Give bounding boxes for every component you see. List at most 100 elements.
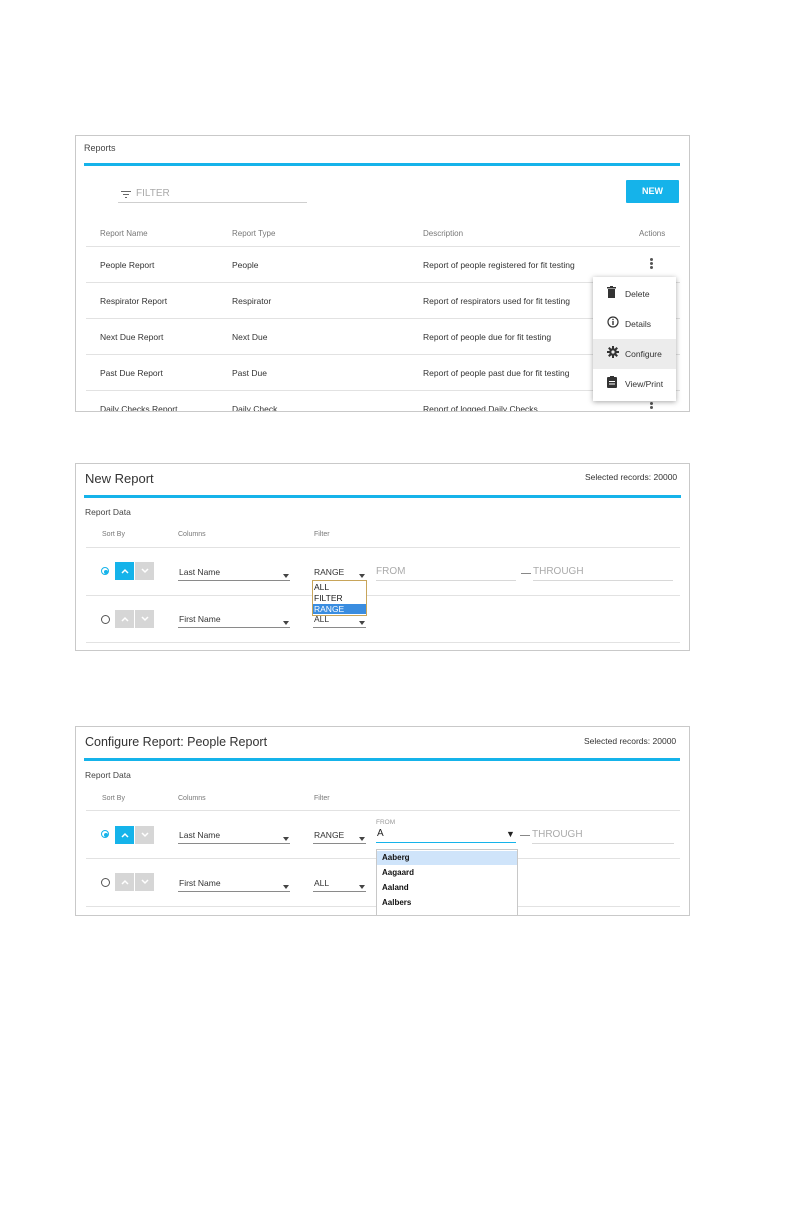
filter-select-value: RANGE — [314, 567, 345, 577]
dropdown-caret-icon — [283, 574, 289, 578]
column-select[interactable]: First Name — [178, 614, 290, 628]
col-actions: Actions — [639, 229, 666, 238]
row-divider — [86, 354, 680, 355]
sort-ascending-button[interactable] — [115, 873, 134, 891]
col-report-name[interactable]: Report Name — [100, 229, 148, 238]
filter-header: Filter — [314, 795, 330, 802]
filter-select[interactable]: RANGE — [313, 830, 366, 844]
new-report-button[interactable]: NEW — [626, 180, 679, 203]
chevron-up-icon — [120, 616, 129, 622]
range-dash — [520, 835, 530, 836]
column-select-value: First Name — [179, 878, 221, 888]
sort-radio-selected[interactable] — [101, 567, 109, 575]
filter-select[interactable]: ALL — [313, 878, 366, 892]
section-label: Report Data — [85, 507, 131, 517]
from-options-list: Aaberg Aagaard Aaland Aalbers — [376, 849, 518, 915]
sort-radio[interactable] — [101, 615, 110, 624]
sort-radio[interactable] — [101, 878, 110, 887]
from-option-highlighted[interactable]: Aaberg — [377, 851, 517, 865]
col-description[interactable]: Description — [423, 229, 463, 238]
sort-ascending-button[interactable] — [115, 610, 134, 628]
sort-descending-button[interactable] — [135, 562, 154, 580]
columns-header: Columns — [178, 795, 206, 802]
row-type: Respirator — [232, 296, 272, 306]
row-name: Daily Checks Report — [100, 404, 178, 412]
menu-item-details[interactable]: Details — [593, 309, 676, 339]
sort-descending-button[interactable] — [135, 826, 154, 844]
filter-underline — [118, 202, 307, 203]
dropdown-caret-icon — [359, 885, 365, 889]
dropdown-caret-icon — [359, 837, 365, 841]
menu-item-delete[interactable]: Delete — [593, 279, 676, 309]
menu-item-view-print[interactable]: View/Print — [593, 369, 676, 399]
from-field-label: FROM — [376, 819, 396, 826]
row-description: Report of people registered for fit test… — [423, 260, 575, 270]
row-divider — [86, 282, 680, 283]
row-name: Next Due Report — [100, 332, 164, 342]
menu-item-label: Configure — [625, 349, 662, 359]
row-type: Daily Check — [232, 404, 278, 412]
row-divider — [86, 390, 680, 391]
chevron-down-icon — [140, 879, 149, 885]
sort-by-header: Sort By — [102, 531, 125, 538]
header-divider — [86, 810, 680, 811]
info-icon — [607, 316, 619, 330]
column-select[interactable]: First Name — [178, 878, 290, 892]
from-option[interactable]: Aagaard — [382, 866, 414, 880]
section-label: Report Data — [85, 770, 131, 780]
through-input[interactable]: THROUGH — [532, 829, 583, 840]
sort-radio-selected[interactable] — [101, 830, 109, 838]
column-select[interactable]: Last Name — [178, 567, 290, 581]
filter-option-selected[interactable]: RANGE — [313, 604, 366, 614]
filter-input[interactable]: FILTER — [136, 188, 170, 199]
from-select-value: A — [377, 828, 384, 839]
filter-icon[interactable] — [121, 191, 131, 199]
clipboard-icon — [607, 376, 617, 390]
row-description: Report of people due for fit testing — [423, 332, 552, 342]
page-title: Configure Report: People Report — [85, 735, 268, 749]
sort-ascending-button[interactable] — [115, 562, 134, 580]
row-divider — [86, 318, 680, 319]
header-divider — [86, 547, 680, 548]
sort-descending-button[interactable] — [135, 873, 154, 891]
row-type: Next Due — [232, 332, 268, 342]
row-divider — [86, 642, 680, 643]
dropdown-caret-icon — [283, 885, 289, 889]
filter-option[interactable]: FILTER — [314, 593, 365, 603]
menu-item-label: View/Print — [625, 379, 664, 389]
title-rule — [84, 495, 681, 498]
reports-panel: Reports FILTER NEW Report Name Report Ty… — [75, 135, 690, 412]
more-vert-icon[interactable] — [650, 258, 653, 270]
columns-header: Columns — [178, 531, 206, 538]
trash-icon — [607, 286, 616, 300]
header-divider — [86, 246, 680, 247]
column-select[interactable]: Last Name — [178, 830, 290, 844]
actions-menu: Delete Details Configure View/Print — [593, 277, 676, 401]
row-type: People — [232, 260, 259, 270]
col-report-type[interactable]: Report Type — [232, 229, 275, 238]
row-name: People Report — [100, 260, 155, 270]
more-vert-icon[interactable] — [650, 402, 653, 411]
reports-title: Reports — [84, 143, 116, 153]
sort-ascending-button[interactable] — [115, 826, 134, 844]
through-input[interactable]: THROUGH — [533, 566, 584, 577]
from-option[interactable]: Aalbers — [382, 896, 411, 910]
title-rule — [84, 758, 680, 761]
new-report-panel: New Report Selected records: 20000 Repor… — [75, 463, 690, 651]
from-input[interactable]: FROM — [376, 566, 405, 577]
row-description: Report of respirators used for fit testi… — [423, 296, 570, 306]
from-option[interactable]: Aaland — [382, 881, 409, 895]
sort-descending-button[interactable] — [135, 610, 154, 628]
menu-item-configure[interactable]: Configure — [593, 339, 676, 369]
row-divider — [86, 595, 680, 596]
filter-header: Filter — [314, 531, 330, 538]
filter-select[interactable]: ALL — [313, 614, 366, 628]
filter-select[interactable]: RANGE — [313, 567, 366, 581]
from-select[interactable]: A ▼ — [376, 828, 516, 843]
dropdown-caret-icon — [359, 621, 365, 625]
row-name: Respirator Report — [100, 296, 168, 306]
triangle-down-icon: ▼ — [506, 829, 515, 839]
chevron-up-icon — [120, 879, 129, 885]
column-select-value: Last Name — [179, 567, 221, 577]
filter-option[interactable]: ALL — [314, 582, 365, 592]
